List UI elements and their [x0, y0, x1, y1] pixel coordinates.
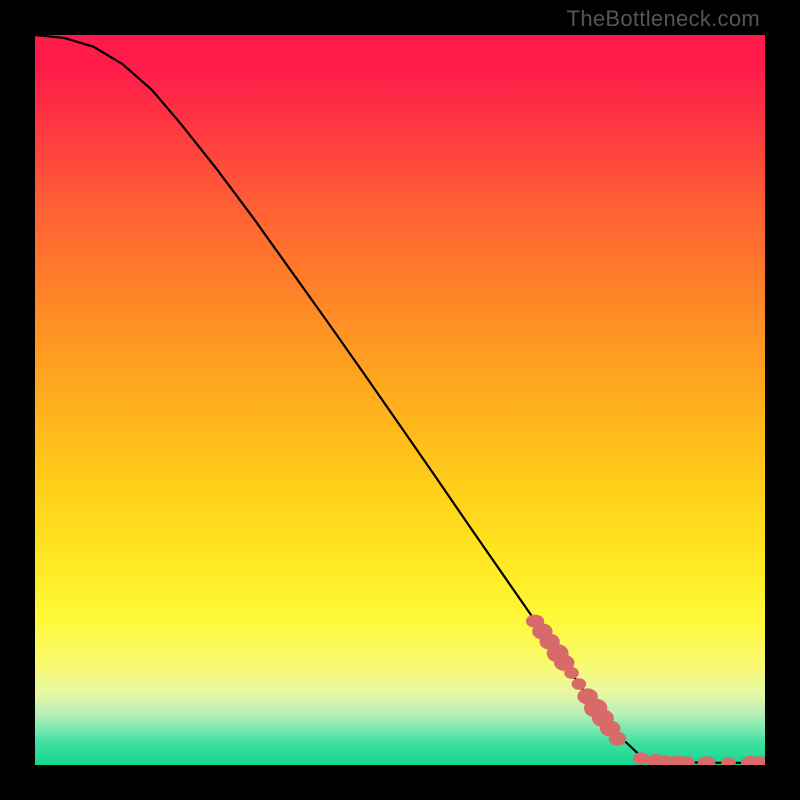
chart-marker: [609, 732, 627, 746]
chart-marker: [564, 667, 579, 679]
chart-marker: [698, 756, 716, 765]
watermark-text: TheBottleneck.com: [567, 6, 760, 32]
chart-marker: [721, 757, 736, 765]
chart-marker: [633, 752, 649, 764]
chart-marker: [572, 678, 587, 690]
chart-markers: [526, 615, 765, 765]
chart-curve: [35, 35, 765, 763]
chart-plot-area: [35, 35, 765, 765]
chart-overlay-svg: [35, 35, 765, 765]
